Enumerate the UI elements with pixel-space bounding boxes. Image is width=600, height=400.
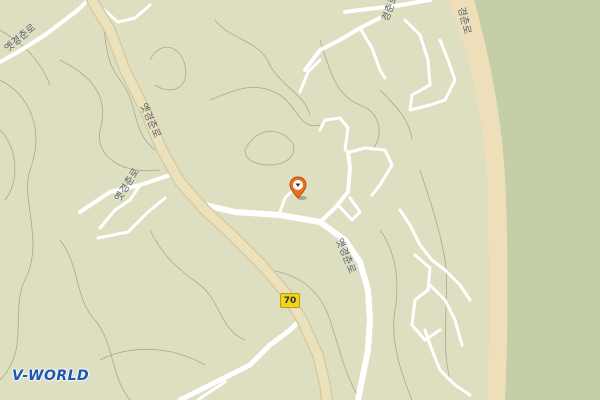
map-view[interactable]: 옛경춘로 옛경춘로 옛경춘로 옛경춘로 경춘로 경춘로 70 V-WORLD xyxy=(0,0,600,400)
road-label: 경춘로 xyxy=(379,0,401,23)
route-shield: 70 xyxy=(280,293,300,308)
contour-lines xyxy=(0,0,451,400)
minor-roads xyxy=(0,0,472,400)
provider-logo: V-WORLD xyxy=(12,368,90,384)
map-pin-icon[interactable] xyxy=(288,176,308,202)
